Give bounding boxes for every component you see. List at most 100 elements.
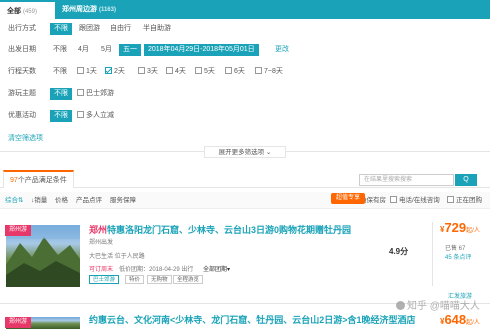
- checkbox-icon[interactable]: [77, 111, 84, 118]
- option-group-discount[interactable]: 多人立减: [77, 110, 114, 122]
- option-5-days[interactable]: 5天: [195, 66, 215, 78]
- sort-sales[interactable]: ↓销量: [31, 192, 47, 209]
- all-dates-label: 全部团期: [203, 267, 228, 273]
- option-unlimited[interactable]: 不限: [51, 44, 69, 56]
- hot-deal-badge[interactable]: 超值专享: [331, 193, 366, 204]
- checkbox-icon[interactable]: [255, 67, 262, 74]
- filter-label: 出发日期: [8, 46, 36, 53]
- price-value: 648: [444, 312, 467, 327]
- tab-zz-label: 郑州周边游: [62, 6, 97, 13]
- tab-all-label: 全部: [7, 8, 21, 15]
- option-4-days[interactable]: 4天: [166, 66, 186, 78]
- result-count-text: 个产品满足条件: [17, 177, 67, 184]
- option-group-tour[interactable]: 跟团游: [77, 23, 102, 35]
- option-6-days[interactable]: 6天: [225, 66, 245, 78]
- filter-label: 游玩主题: [8, 90, 36, 97]
- checkbox-consult[interactable]: 电话/在线咨询: [390, 192, 440, 209]
- checkbox-icon[interactable]: [225, 67, 232, 74]
- filter-date: 出发日期 不限 4月 5月 五一 2018年04月29日-2018年05月01日…: [0, 42, 490, 58]
- option-unlimited[interactable]: 不限: [50, 110, 72, 122]
- option-7-8-days[interactable]: 7~8天: [255, 66, 283, 78]
- chevron-down-icon: ⌄: [265, 149, 272, 156]
- filter-label: 出行方式: [8, 25, 36, 32]
- review-count-link[interactable]: 45 条点评: [445, 252, 471, 261]
- weekend-badge: 可订周末: [89, 267, 114, 273]
- checkbox-icon[interactable]: [77, 89, 84, 96]
- option-semi-guided[interactable]: 半自助游: [141, 23, 173, 35]
- product-title-text: 特惠洛阳龙门石窟、少林寺、云台山3日游0购物花期赠牡丹园: [107, 225, 352, 235]
- all-dates-dropdown[interactable]: 全部团期▾: [203, 264, 230, 273]
- checkbox-group-buy[interactable]: 正在团购: [447, 192, 482, 209]
- option-label: 巴士郊游: [86, 90, 114, 97]
- price-unit: 起/人: [466, 320, 480, 326]
- checkbox-checked-icon[interactable]: [105, 67, 112, 74]
- watermark: 知乎 @喵喵大人: [396, 297, 480, 312]
- option-1-day[interactable]: 1天: [77, 66, 97, 78]
- checkbox-label: 电话/在线咨询: [399, 197, 440, 204]
- option-label: 7~8天: [264, 68, 283, 75]
- search-input[interactable]: 在结果里搜索搜索: [359, 174, 454, 186]
- checkbox-icon[interactable]: [195, 67, 202, 74]
- filter-label: 优惠活动: [8, 112, 36, 119]
- option-unlimited[interactable]: 不限: [50, 23, 72, 35]
- tab-all-count: (459): [22, 9, 37, 15]
- option-label: 4天: [175, 68, 186, 75]
- change-date-link[interactable]: 更改: [275, 44, 289, 56]
- sort-label: 综合: [5, 197, 18, 204]
- clear-filters-link[interactable]: 清空筛选项: [8, 133, 43, 143]
- supplier-location: 位于人民路: [114, 254, 145, 260]
- product-title[interactable]: 郑州特惠洛阳龙门石窟、少林寺、云台山3日游0购物花期赠牡丹园: [89, 223, 351, 236]
- option-label: 3天: [147, 68, 158, 75]
- product-city: 郑州: [89, 225, 108, 235]
- sort-price[interactable]: 价格: [55, 192, 68, 209]
- sort-bar: 综合⇅ ↓销量 价格 产品点评 服务保障 确保有房 电话/在线咨询 正在团购: [0, 192, 490, 209]
- low-price-date: 低价团期：2018-04-29 出行: [119, 267, 194, 273]
- option-label: 多人立减: [86, 112, 114, 119]
- category-tabs: 全部 (459) 郑州周边游 (1163): [0, 0, 490, 19]
- option-may-day[interactable]: 五一: [119, 44, 141, 56]
- filter-label: 行程天数: [8, 68, 36, 75]
- tab-all[interactable]: 全部 (459): [0, 0, 55, 19]
- rating-score: 4.9分: [389, 247, 409, 256]
- option-unlimited[interactable]: 不限: [51, 66, 69, 78]
- option-label: 1天: [86, 68, 97, 75]
- filter-travel-mode: 出行方式 不限 跟团游 自由行 半自助游: [0, 21, 490, 37]
- product-price: ¥648起/人: [440, 312, 480, 327]
- checkbox-icon[interactable]: [166, 67, 173, 74]
- checkbox-icon[interactable]: [77, 67, 84, 74]
- filter-theme: 游玩主题 不限 巴士郊游: [0, 86, 490, 102]
- option-label: 6天: [234, 68, 245, 75]
- checkbox-label: 正在团购: [456, 197, 482, 204]
- sort-comprehensive[interactable]: 综合⇅: [5, 192, 23, 209]
- checkbox-icon[interactable]: [390, 196, 397, 203]
- option-label: 2天: [114, 68, 125, 75]
- price-unit: 起/人: [466, 228, 480, 234]
- tab-zhengzhou-nearby[interactable]: 郑州周边游 (1163): [62, 0, 116, 19]
- option-2-days[interactable]: 2天: [105, 66, 125, 78]
- date-range-field[interactable]: 2018年04月29日-2018年05月01日: [144, 44, 259, 56]
- option-unlimited[interactable]: 不限: [50, 88, 72, 100]
- tab-zz-count: (1163): [98, 7, 116, 13]
- option-may[interactable]: 5月: [99, 44, 114, 56]
- option-april[interactable]: 4月: [76, 44, 91, 56]
- sort-service[interactable]: 服务保障: [110, 192, 136, 209]
- option-3-days[interactable]: 3天: [138, 66, 158, 78]
- supplier-name: 大巴生活: [89, 254, 114, 260]
- product-tag: 特价: [125, 275, 145, 284]
- watermark-text: 知乎 @喵喵大人: [407, 301, 480, 312]
- option-free-travel[interactable]: 自由行: [108, 23, 133, 35]
- checkbox-icon[interactable]: [138, 67, 145, 74]
- option-bus-outing[interactable]: 巴士郊游: [77, 88, 114, 100]
- checkbox-icon[interactable]: [447, 196, 454, 203]
- filter-days: 行程天数 不限 1天 2天 3天 4天 5天 6天 7~8天: [0, 64, 490, 80]
- sort-reviews[interactable]: 产品点评: [76, 192, 102, 209]
- price-value: 729: [444, 220, 467, 235]
- supplier: 大巴生活 位于人民路: [89, 251, 145, 260]
- expand-filters-button[interactable]: 展开更多筛选项 ⌄: [204, 146, 286, 158]
- product-tag: 无购物: [147, 275, 172, 284]
- product-title[interactable]: 约惠云台、文化河南<少林寺、龙门石窟、牡丹园、云台山2日游>含1晚经济型酒店: [89, 313, 416, 326]
- product-title-text: 约惠云台、文化河南<少林寺、龙门石窟、牡丹园、云台山2日游>含1晚经济型酒店: [89, 315, 416, 325]
- result-count-tab[interactable]: 97个产品满足条件: [3, 170, 74, 188]
- search-button[interactable]: Q: [455, 174, 477, 186]
- option-label: 5天: [204, 68, 215, 75]
